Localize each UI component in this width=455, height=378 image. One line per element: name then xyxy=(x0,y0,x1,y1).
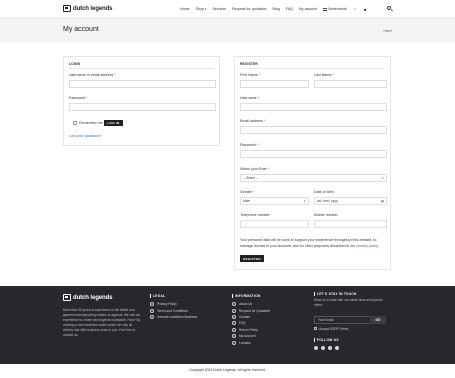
newsletter-go-button[interactable]: GO xyxy=(370,316,386,324)
nav-home[interactable]: Home xyxy=(180,7,190,11)
lost-password-link[interactable]: Lost your password? xyxy=(69,134,102,138)
username-email-label: Username or email address * xyxy=(69,73,116,77)
username-email-input[interactable] xyxy=(69,80,216,88)
site-footer: dutch legends More than 30 years of expe… xyxy=(0,286,455,364)
follow-us-heading: FOLLOW US xyxy=(314,338,339,342)
page-title-bar: My account Home xyxy=(0,18,455,42)
footer-about-text: More than 30 years of experience in the … xyxy=(63,308,141,337)
nav-faq[interactable]: FAQ xyxy=(286,7,293,11)
copyright-text: Copyright 2023 Dutch Legends. All rights… xyxy=(189,368,266,372)
cart-icon[interactable]: ■ xyxy=(363,7,368,12)
site-header: dutch legends Home Shop Services Request… xyxy=(0,0,455,18)
gdpr-checkbox[interactable] xyxy=(314,327,317,330)
username-input[interactable] xyxy=(240,103,387,111)
information-links: About Us Request for Quotation Contact F… xyxy=(232,301,270,346)
role-label: Select your Role * xyxy=(240,167,269,171)
legal-heading: LEGAL xyxy=(150,294,165,298)
dob-input[interactable]: dd / mm / yyyy xyxy=(314,197,387,205)
search-icon[interactable] xyxy=(387,6,391,10)
site-logo[interactable]: dutch legends xyxy=(63,4,112,13)
mobile-input[interactable] xyxy=(314,220,387,228)
role-select-value: -- Select -- xyxy=(243,176,258,180)
password-label: Password * xyxy=(69,96,88,100)
divider xyxy=(240,68,385,69)
dutch-flag-icon xyxy=(323,7,328,11)
gender-select[interactable]: Male xyxy=(240,197,309,205)
stay-in-touch-heading: LET'S STAY IN TOUCH xyxy=(314,292,357,296)
nav-services[interactable]: Services xyxy=(212,7,226,11)
register-heading: REGISTER xyxy=(240,62,258,66)
linkedin-icon[interactable] xyxy=(335,346,339,350)
mobile-label: Mobile number xyxy=(314,213,338,217)
twitter-icon[interactable] xyxy=(314,346,318,350)
logo-mark-icon xyxy=(63,294,71,301)
calendar-icon: ▦ xyxy=(381,198,384,203)
reg-password-label: Password * xyxy=(240,143,259,147)
nav-request-quotation[interactable]: Request for quotation xyxy=(232,7,266,11)
divider xyxy=(69,68,214,69)
logo-text: dutch legends xyxy=(73,5,113,12)
privacy-policy-link[interactable]: privacy policy. xyxy=(356,244,378,248)
nav-my-account[interactable]: My account xyxy=(299,7,317,11)
email-label: Email address * xyxy=(240,119,266,123)
logo-mark-icon xyxy=(63,5,71,12)
copyright-bar: Copyright 2023 Dutch Legends. All rights… xyxy=(0,364,455,378)
stay-in-touch-text: Keep up to date with our latest news and… xyxy=(314,298,383,307)
dob-placeholder: dd / mm / yyyy xyxy=(317,199,338,203)
telephone-label: Telephone number xyxy=(240,213,270,217)
page-title: My account xyxy=(63,26,99,33)
gdpr-label: Accept GDPR Terms xyxy=(319,326,349,331)
info-link[interactable]: Location xyxy=(232,339,270,345)
first-name-input[interactable] xyxy=(240,80,309,88)
reg-password-input[interactable] xyxy=(240,150,387,158)
footer-logo[interactable]: dutch legends xyxy=(63,294,112,301)
nav-shop[interactable]: Shop xyxy=(196,7,207,11)
login-panel: LOGIN Username or email address * Passwo… xyxy=(63,56,220,146)
remember-me-label: Remember me xyxy=(79,121,103,125)
role-select[interactable]: -- Select -- xyxy=(240,174,387,182)
information-heading: INFORMATION xyxy=(232,294,261,298)
remember-me-checkbox[interactable] xyxy=(73,121,77,125)
last-name-label: Last Name * xyxy=(314,73,334,77)
gender-select-value: Male xyxy=(243,199,250,203)
social-links xyxy=(314,346,339,350)
wishlist-icon[interactable]: ♡ xyxy=(353,7,358,12)
password-input[interactable] xyxy=(69,103,216,111)
login-button[interactable]: LOG IN xyxy=(104,120,123,126)
legal-links: Privacy Policy Terms and Conditions Gene… xyxy=(150,301,197,320)
register-button[interactable]: REGISTER xyxy=(240,255,264,262)
language-switcher[interactable]: Nederlands xyxy=(323,7,347,11)
chevron-down-icon: ▾ xyxy=(304,198,306,203)
login-heading: LOGIN xyxy=(69,62,81,66)
register-panel: REGISTER First Name * Last Name * Userna… xyxy=(234,56,391,270)
telephone-input[interactable] xyxy=(240,220,309,228)
breadcrumb-home[interactable]: Home xyxy=(383,29,392,33)
email-placeholder: Your Email xyxy=(318,318,334,322)
legal-link[interactable]: General conditions Business xyxy=(150,314,197,320)
privacy-note: Your personal data will be used to suppo… xyxy=(240,237,388,249)
chevron-down-icon: ▾ xyxy=(382,175,384,180)
nav-blog[interactable]: Blog xyxy=(273,7,280,11)
email-input[interactable] xyxy=(240,126,387,134)
username-label: Username * xyxy=(240,96,259,100)
gender-label: Gender * xyxy=(240,190,255,194)
facebook-icon[interactable] xyxy=(321,346,325,350)
main-nav: Home Shop Services Request for quotation… xyxy=(180,5,373,13)
footer-logo-text: dutch legends xyxy=(73,294,113,301)
language-label: Nederlands xyxy=(328,7,347,11)
last-name-input[interactable] xyxy=(314,80,387,88)
pinterest-icon[interactable] xyxy=(328,346,332,350)
dob-label: Date of birth xyxy=(314,190,334,194)
first-name-label: First Name * xyxy=(240,73,260,77)
